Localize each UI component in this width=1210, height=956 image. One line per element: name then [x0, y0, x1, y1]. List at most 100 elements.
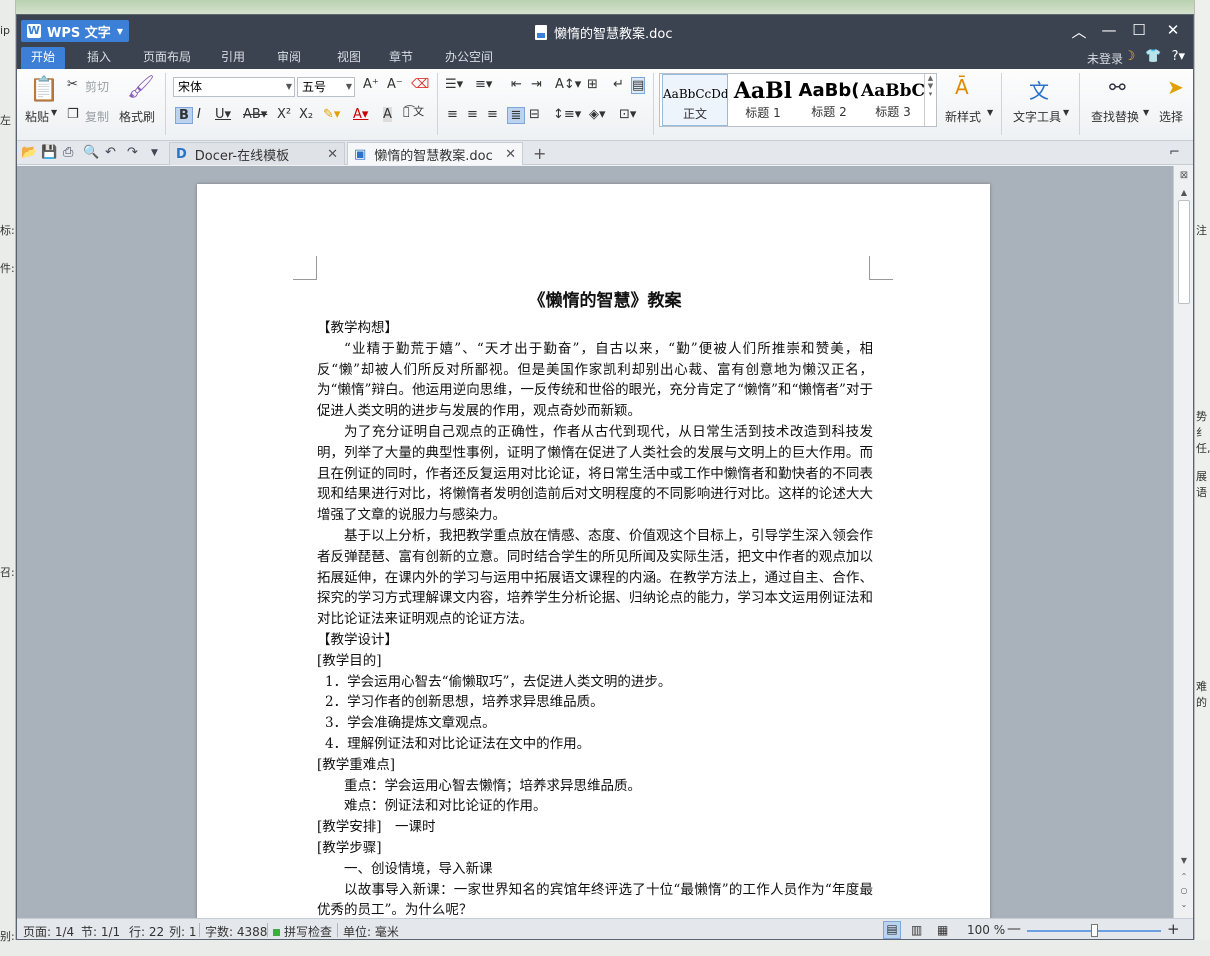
grow-font-icon[interactable]: A⁺ [363, 77, 379, 92]
copy-button[interactable]: 复制 [85, 108, 109, 125]
tab-review[interactable]: 审阅 [267, 47, 311, 69]
maximize-button[interactable]: ☐ [1129, 21, 1149, 39]
web-view-icon[interactable]: ▥ [911, 923, 922, 937]
app-menu-button[interactable]: W WPS 文字 ▼ [21, 20, 129, 42]
page-settings-icon[interactable]: ⊠ [1177, 170, 1191, 181]
bold-button[interactable]: B [175, 107, 193, 124]
help-icon[interactable]: ?▾ [1172, 49, 1185, 64]
select-cursor-icon[interactable]: ➤ [1167, 75, 1184, 99]
status-page[interactable]: 页面: 1/4 [23, 923, 74, 939]
save-icon[interactable]: 💾 [41, 145, 57, 160]
tab-chapter[interactable]: 章节 [379, 47, 423, 69]
undo-icon[interactable]: ↶ [105, 145, 116, 160]
text-direction-icon[interactable]: A↕▾ [555, 77, 581, 92]
underline-button[interactable]: U▾ [215, 107, 231, 122]
document-body[interactable]: 《懒惰的智慧》教案 【教学构想】 “业精于勤荒于嬉”、“天才出于勤奋”，自古以来，… [317, 288, 873, 918]
paste-button[interactable]: 粘贴 [25, 108, 49, 125]
shrink-font-icon[interactable]: A⁻ [387, 77, 403, 92]
increase-indent-icon[interactable]: ⇥ [531, 77, 542, 92]
chevron-down-icon[interactable]: ▼ [51, 108, 57, 117]
redo-icon[interactable]: ↷ [127, 145, 138, 160]
style-heading-1[interactable]: AaBl 标题 1 [730, 74, 796, 126]
style-heading-3[interactable]: AaBbC 标题 3 [860, 74, 926, 126]
browse-object-button[interactable]: ○ [1177, 886, 1191, 895]
borders-icon[interactable]: ⊡▾ [619, 107, 636, 122]
tab-references[interactable]: 引用 [211, 47, 255, 69]
distribute-icon[interactable]: ⊟ [529, 107, 540, 122]
paragraph-mark-icon[interactable]: ↵ [613, 77, 624, 92]
status-word-count[interactable]: 字数: 4388 [205, 923, 267, 939]
zoom-level[interactable]: 100 % [967, 923, 1005, 937]
scroll-up-button[interactable]: ▲ [1177, 188, 1191, 197]
tab-view[interactable]: 视图 [327, 47, 371, 69]
format-painter-button[interactable]: 格式刷 [119, 108, 155, 125]
format-painter-icon[interactable]: 🖌 [127, 75, 155, 100]
justify-icon[interactable]: ≣ [507, 107, 525, 124]
bullets-icon[interactable]: ☰▾ [445, 77, 463, 92]
style-gallery-scroll[interactable]: ▲ ▼ ▾ [924, 74, 936, 126]
font-color-icon[interactable]: A▾ [353, 107, 368, 122]
text-tools-icon[interactable]: 文 [1029, 75, 1049, 104]
align-left-icon[interactable]: ≡ [447, 107, 458, 122]
tab-insert[interactable]: 插入 [77, 47, 121, 69]
doc-tab-active[interactable]: ▣ 懒惰的智慧教案.doc ✕ [347, 142, 523, 165]
print-preview-icon[interactable]: 🔍 [83, 145, 99, 160]
show-marks-icon[interactable]: ▤ [631, 77, 646, 94]
decrease-indent-icon[interactable]: ⇤ [511, 77, 522, 92]
paste-icon[interactable]: 📋 [29, 75, 59, 103]
font-name-select[interactable]: 宋体 ▼ [173, 77, 295, 97]
char-shading-icon[interactable]: A [383, 107, 392, 122]
zoom-in-button[interactable]: + [1167, 920, 1180, 938]
skin-icon[interactable]: ☽ [1124, 49, 1136, 64]
strikethrough-button[interactable]: AB▾ [243, 107, 267, 122]
vertical-scrollbar[interactable]: ⊠ ▲ ▼ ⌃ ○ ⌄ [1173, 166, 1193, 918]
collapse-ribbon-button[interactable]: ︿ [1069, 21, 1089, 42]
scroll-down-button[interactable]: ▼ [1177, 856, 1191, 865]
spell-check-toggle[interactable]: 拼写检查 [273, 923, 332, 939]
style-heading-2[interactable]: AaBb( 标题 2 [796, 74, 862, 126]
scissors-icon[interactable]: ✂ [67, 77, 78, 92]
italic-button[interactable]: I [197, 107, 201, 122]
table-icon[interactable]: ⊞ [587, 77, 598, 92]
phonetic-guide-icon[interactable]: ｗ͡ 文 [403, 103, 424, 119]
tab-menu-icon[interactable]: ⌐ [1169, 145, 1180, 160]
subscript-button[interactable]: X₂ [299, 107, 313, 122]
shirt-icon[interactable]: 👕 [1145, 49, 1161, 64]
new-tab-button[interactable]: + [533, 144, 546, 163]
line-spacing-icon[interactable]: ↕≡▾ [553, 107, 581, 122]
doc-tab-docer[interactable]: D Docer-在线模板 ✕ [169, 142, 345, 165]
new-style-icon[interactable]: Ā [955, 75, 969, 99]
superscript-button[interactable]: X² [277, 107, 291, 122]
next-page-button[interactable]: ⌄ [1177, 900, 1191, 909]
highlight-icon[interactable]: ✎▾ [323, 107, 340, 122]
binoculars-icon[interactable]: ⚯ [1109, 75, 1126, 99]
login-link[interactable]: 未登录 [1087, 50, 1123, 67]
copy-icon[interactable]: ❐ [67, 107, 79, 122]
open-icon[interactable]: 📂 [21, 145, 37, 160]
align-right-icon[interactable]: ≡ [487, 107, 498, 122]
customize-qat-icon[interactable]: ▼ [151, 148, 158, 158]
find-replace-button[interactable]: 查找替换 [1091, 108, 1139, 125]
reading-view-icon[interactable]: ▦ [937, 923, 948, 937]
print-icon[interactable]: ⎙ [63, 145, 73, 160]
cut-button[interactable]: 剪切 [85, 78, 109, 95]
close-button[interactable]: ✕ [1163, 21, 1183, 39]
close-tab-icon[interactable]: ✕ [327, 147, 338, 162]
new-style-button[interactable]: 新样式 [945, 108, 981, 125]
style-normal[interactable]: AaBbCcDd 正文 [662, 74, 728, 126]
clear-format-icon[interactable]: ⌫ [411, 77, 429, 92]
close-tab-icon[interactable]: ✕ [505, 147, 516, 162]
minimize-button[interactable]: — [1099, 21, 1119, 39]
zoom-out-button[interactable]: — [1007, 921, 1021, 937]
document-page[interactable]: 《懒惰的智慧》教案 【教学构想】 “业精于勤荒于嬉”、“天才出于勤奋”，自古以来，… [197, 184, 990, 918]
tab-office-space[interactable]: 办公空间 [435, 47, 503, 69]
font-size-select[interactable]: 五号 ▼ [297, 77, 355, 97]
align-center-icon[interactable]: ≡ [467, 107, 478, 122]
shading-icon[interactable]: ◈▾ [589, 107, 606, 122]
tab-home[interactable]: 开始 [21, 47, 66, 69]
text-tools-button[interactable]: 文字工具 [1013, 108, 1061, 125]
select-button[interactable]: 选择 [1159, 108, 1183, 125]
page-view-icon[interactable]: ▤ [883, 921, 901, 939]
scroll-thumb[interactable] [1178, 200, 1190, 304]
prev-page-button[interactable]: ⌃ [1177, 872, 1191, 881]
